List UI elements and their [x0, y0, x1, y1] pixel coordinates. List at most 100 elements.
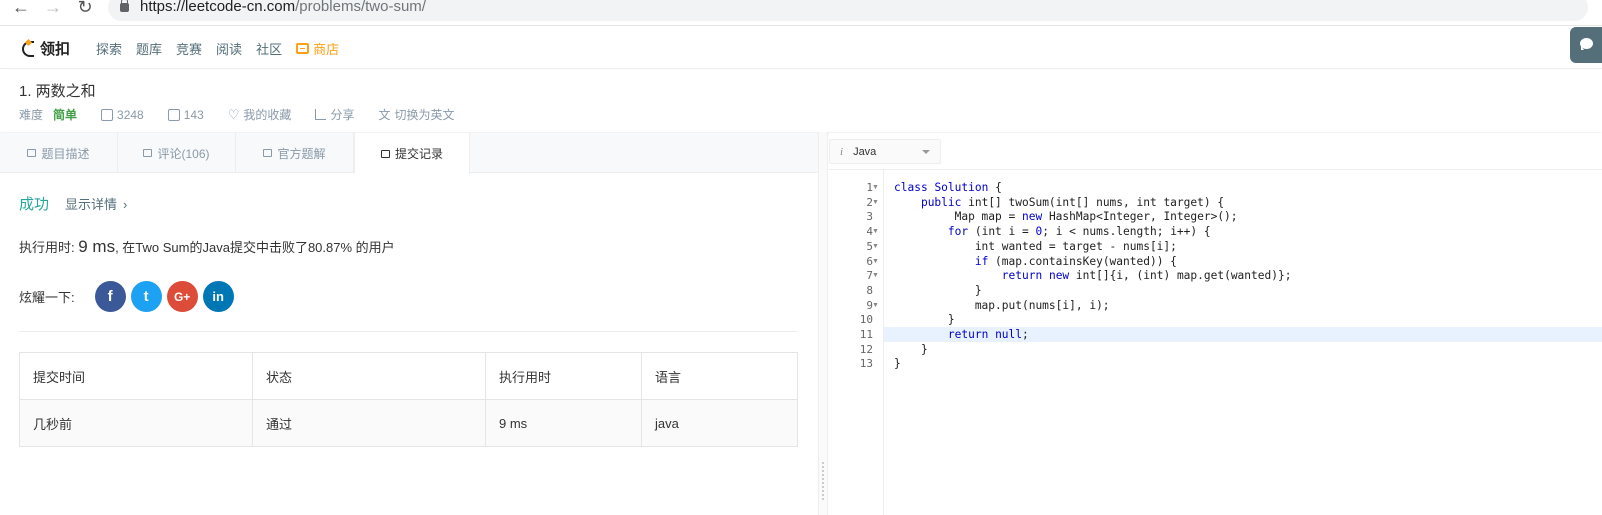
logo-text: 领扣 [40, 40, 71, 58]
header-runtime: 执行用时 [485, 352, 642, 400]
chat-bubble-icon [1580, 38, 1593, 50]
show-details-link[interactable]: 显示详情 › [65, 194, 127, 213]
line-number-gutter: 1 ▼ 2 ▼ 3 4 ▼ 5 ▼ 6 ▼ 7 ▼ 8 9 ▼ 10 11 12 13 [829, 170, 884, 515]
header-time: 提交时间 [19, 352, 253, 400]
problem-meta: 难度 简单 3248 143 ♡ 我的收藏 分享 文 切换为英文 [19, 106, 478, 123]
feedback-button[interactable] [1570, 27, 1602, 63]
twitter-icon[interactable]: t [130, 281, 162, 312]
problem-title: 1. 两数之和 [19, 83, 96, 100]
tab-label: 提交记录 [394, 147, 443, 161]
cell-language: java [641, 399, 798, 447]
translate-button[interactable]: 文 切换为英文 [378, 106, 454, 123]
logo[interactable]: 领扣 [20, 38, 70, 58]
code-line: return new int[]{i, (int) map.get(wanted… [1001, 269, 1292, 283]
runtime-summary: 执行用时: 9 ms, 在Two Sum的Java提交中击败了80.87% 的用… [19, 237, 395, 257]
line-number: 4 [866, 225, 873, 239]
difficulty-label: 难度 [19, 108, 44, 122]
dislike-count: 143 [183, 107, 204, 122]
forward-arrow-icon[interactable]: → [42, 0, 64, 18]
translate-icon: 文 [378, 108, 391, 122]
line-number: 12 [859, 342, 873, 356]
reload-icon[interactable]: ↻ [74, 0, 96, 18]
language-value: Java [853, 145, 877, 158]
like-count: 3248 [117, 107, 144, 122]
problem-header: 1. 两数之和 难度 简单 3248 143 ♡ 我的收藏 分享 文 切换为英文 [0, 70, 1602, 132]
tab-label: 评论(106) [157, 146, 210, 161]
code-line: } [894, 313, 955, 327]
header-language: 语言 [641, 352, 798, 400]
tab-solution[interactable]: 官方题解 [236, 133, 354, 173]
store-label: 商店 [313, 42, 340, 57]
code-line: if (map.containsKey(wanted)) { [974, 254, 1177, 268]
fold-arrow-icon[interactable]: ▼ [872, 239, 880, 254]
line-number: 2 [866, 195, 873, 209]
divider [19, 331, 798, 332]
share-row-label: 炫耀一下: [19, 290, 75, 305]
favorite-button[interactable]: ♡ 我的收藏 [228, 106, 292, 123]
problem-tabs: 题目描述 评论(106) 官方题解 提交记录 [0, 133, 820, 174]
code-line: return null; [884, 327, 1602, 342]
tab-label: 官方题解 [277, 146, 326, 161]
line-number: 3 [866, 210, 873, 224]
table-row[interactable]: 几秒前 通过 9 ms java [19, 399, 798, 447]
code-panel: i Java 1 ▼ 2 ▼ 3 4 ▼ 5 ▼ 6 ▼ 7 ▼ 8 9 ▼ 10 11 12 13 class So… [829, 133, 1602, 515]
fold-arrow-icon[interactable]: ▼ [872, 224, 880, 239]
nav-problems[interactable]: 题库 [136, 39, 162, 58]
code-line: public int[] twoSum(int[] nums, int targ… [920, 195, 1225, 209]
panel-splitter[interactable] [818, 132, 828, 515]
dislike-button[interactable]: 143 [167, 107, 204, 122]
runtime-value: 9 ms [78, 237, 116, 256]
nav-articles[interactable]: 阅读 [216, 39, 242, 58]
result-row: 成功 显示详情 › [19, 193, 127, 214]
runtime-prefix: 执行用时: [19, 240, 79, 255]
back-arrow-icon[interactable]: ← [10, 0, 32, 18]
code-line: class Solution { [894, 181, 1002, 194]
line-number: 7 [866, 269, 873, 283]
nav-store[interactable]: 商店 [296, 39, 339, 58]
site-header: 领扣 探索 题库 竞赛 阅读 社区 商店 [0, 27, 1602, 69]
language-select[interactable]: i Java [829, 139, 941, 164]
like-button[interactable]: 3248 [101, 108, 144, 122]
tab-comments[interactable]: 评论(106) [118, 133, 236, 173]
main-nav: 探索 题库 竞赛 阅读 社区 商店 [96, 39, 339, 58]
tab-description[interactable]: 题目描述 [0, 133, 118, 173]
difficulty-badge: 简单 [53, 108, 78, 122]
google-plus-icon[interactable]: G+ [166, 281, 198, 312]
nav-explore[interactable]: 探索 [96, 39, 122, 58]
code-line: for (int i = 0; i < nums.length; i++) { [947, 225, 1211, 239]
fold-arrow-icon[interactable]: ▼ [872, 195, 880, 210]
fold-arrow-icon[interactable]: ▼ [872, 254, 880, 269]
editor-toolbar: i Java [829, 133, 1602, 170]
description-icon [27, 149, 37, 157]
drag-handle-icon [822, 462, 824, 500]
line-number: 5 [866, 239, 873, 253]
nav-community[interactable]: 社区 [256, 39, 282, 58]
url-text: https://leetcode-cn.com/problems/two-sum… [140, 0, 426, 15]
code-line: } [894, 283, 982, 297]
tab-label: 题目描述 [41, 146, 90, 161]
nav-contest[interactable]: 竞赛 [176, 39, 202, 58]
code-line: Map map = new HashMap<Integer, Integer>(… [894, 210, 1238, 224]
thumbs-up-icon [101, 108, 114, 121]
submissions-table: 提交时间 状态 执行用时 语言 几秒前 通过 9 ms java [19, 352, 798, 447]
line-number: 1 [866, 181, 873, 194]
result-status: 成功 [19, 196, 50, 213]
fold-arrow-icon[interactable]: ▼ [872, 298, 880, 313]
cell-runtime: 9 ms [485, 399, 642, 447]
linkedin-icon[interactable]: in [202, 281, 234, 312]
lock-icon [120, 0, 129, 12]
cell-status[interactable]: 通过 [252, 399, 486, 447]
tab-submissions[interactable]: 提交记录 [354, 133, 470, 174]
fold-arrow-icon[interactable]: ▼ [872, 268, 880, 283]
address-bar[interactable]: https://leetcode-cn.com/problems/two-sum… [108, 0, 1588, 21]
share-button[interactable]: 分享 [315, 106, 354, 123]
fold-arrow-icon[interactable]: ▼ [872, 180, 880, 195]
code-editor[interactable]: class Solution { public int[] twoSum(int… [884, 170, 1602, 515]
leetcode-logo-icon [20, 39, 36, 57]
code-line: map.put(nums[i], i); [894, 298, 1110, 312]
facebook-icon[interactable]: f [94, 281, 126, 312]
code-line: int wanted = target - nums[i]; [894, 239, 1177, 253]
runtime-suffix: , 在Two Sum的Java提交中击败了80.87% 的用户 [115, 240, 395, 255]
caret-down-icon [922, 150, 930, 154]
submissions-icon [380, 149, 390, 158]
